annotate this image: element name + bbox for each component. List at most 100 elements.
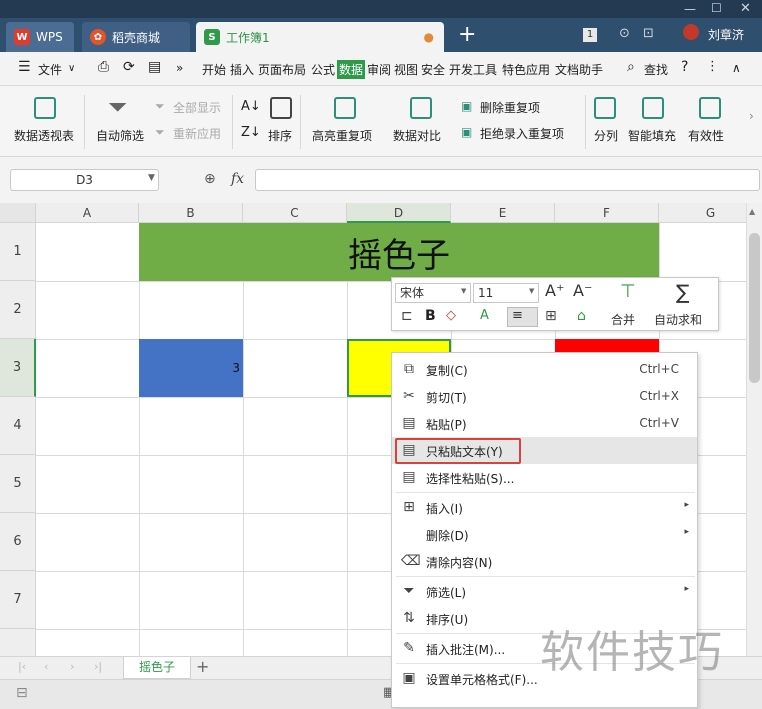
menu-special[interactable]: 特色应用 xyxy=(502,61,550,78)
ribbon-remove-duplicates[interactable]: 删除重复项 xyxy=(480,99,540,116)
menu-start[interactable]: 开始 xyxy=(202,61,226,78)
add-sheet-icon[interactable]: + xyxy=(196,657,209,676)
collapse-ribbon-icon[interactable]: ∧ xyxy=(732,61,741,75)
column-header[interactable]: C xyxy=(243,203,347,223)
row-header[interactable]: 5 xyxy=(0,455,36,513)
last-sheet-icon[interactable]: ›| xyxy=(94,660,102,673)
merge-button[interactable]: 合并 xyxy=(611,311,635,328)
help-icon[interactable]: ? xyxy=(681,59,688,75)
scrollbar-thumb[interactable] xyxy=(749,233,760,383)
wrap-text-icon[interactable]: ⊏ xyxy=(401,308,413,324)
row-header[interactable]: 4 xyxy=(0,397,36,455)
hamburger-icon[interactable]: ☰ xyxy=(18,59,31,75)
next-sheet-icon[interactable]: › xyxy=(70,660,74,673)
menu-review[interactable]: 审阅 xyxy=(367,61,391,78)
print-icon[interactable]: ▤ xyxy=(148,59,161,75)
prev-sheet-icon[interactable]: ‹ xyxy=(44,660,48,673)
menu-file[interactable]: 文件 xyxy=(38,61,62,78)
menu-doc-helper[interactable]: 文档助手 xyxy=(555,61,603,78)
formula-input[interactable] xyxy=(255,169,760,191)
tab-daoke-store[interactable]: ✿ 稻壳商城 xyxy=(82,22,190,52)
tab-workbook[interactable]: S 工作簿1 ● xyxy=(196,22,444,52)
first-sheet-icon[interactable]: |‹ xyxy=(18,660,26,673)
menu-item-paste[interactable]: ▤ 粘贴(P) Ctrl+V xyxy=(392,410,697,437)
row-header[interactable]: 3 xyxy=(0,339,36,397)
menu-item-clear[interactable]: ⌫ 清除内容(N) xyxy=(392,548,697,575)
more-icon[interactable]: ⋮ xyxy=(706,59,719,74)
increase-font-icon[interactable]: A⁺ xyxy=(545,281,564,300)
ribbon-smart-fill[interactable]: 智能填充 xyxy=(628,127,676,144)
menu-developer[interactable]: 开发工具 xyxy=(449,61,497,78)
format-painter-icon[interactable]: ⟳ xyxy=(123,59,135,75)
sort-desc-icon[interactable]: Z↓ xyxy=(241,125,261,140)
column-header[interactable]: F xyxy=(555,203,659,223)
format-painter-mini-icon[interactable]: ⌂ xyxy=(577,308,586,324)
size-chevron-icon[interactable]: ▼ xyxy=(529,287,534,295)
merge-icon[interactable]: ⊤ xyxy=(620,281,636,302)
title-cell[interactable]: 摇色子 xyxy=(139,223,659,281)
fx-icon[interactable]: fx xyxy=(231,171,244,187)
ribbon-data-compare[interactable]: 数据对比 xyxy=(393,127,441,144)
menu-insert[interactable]: 插入 xyxy=(230,61,254,78)
decrease-font-icon[interactable]: A⁻ xyxy=(573,281,592,300)
menu-security[interactable]: 安全 xyxy=(421,61,445,78)
ribbon-reject-duplicates[interactable]: 拒绝录入重复项 xyxy=(480,125,564,142)
menu-item-paste-text-only[interactable]: ▤ 只粘贴文本(Y) xyxy=(392,437,697,464)
select-all-corner[interactable] xyxy=(0,203,36,223)
column-header[interactable]: B xyxy=(139,203,243,223)
avatar[interactable] xyxy=(683,24,699,40)
row-header[interactable]: 7 xyxy=(0,571,36,629)
scroll-up-icon[interactable]: ▲ xyxy=(749,207,755,216)
bold-button[interactable]: B xyxy=(425,308,436,324)
ribbon-scroll-right-icon[interactable]: › xyxy=(749,109,754,123)
ribbon-pivot-table[interactable]: 数据透视表 xyxy=(14,127,74,144)
menu-page-layout[interactable]: 页面布局 xyxy=(258,61,306,78)
cell-b3[interactable]: 3 xyxy=(139,339,243,397)
sheet-tab[interactable]: 摇色子 xyxy=(123,657,191,679)
autosum-button[interactable]: 自动求和 xyxy=(654,311,702,328)
new-tab-icon[interactable]: + xyxy=(458,22,476,47)
menu-item-paste-special[interactable]: ▤ 选择性粘贴(S)... xyxy=(392,464,697,491)
close-icon[interactable]: ✕ xyxy=(740,1,751,16)
menu-data[interactable]: 数据 xyxy=(337,60,366,79)
ribbon-autofilter[interactable]: 自动筛选 xyxy=(96,127,144,144)
share-icon[interactable]: ⊡ xyxy=(643,26,654,41)
row-header[interactable] xyxy=(0,629,36,656)
skin-icon[interactable]: ⊙ xyxy=(619,26,630,41)
menu-item-copy[interactable]: ⧉ 复制(C) Ctrl+C xyxy=(392,356,697,383)
row-header[interactable]: 6 xyxy=(0,513,36,571)
autosum-icon[interactable]: ∑ xyxy=(676,280,689,304)
minimize-icon[interactable]: — xyxy=(684,2,696,16)
vertical-scrollbar[interactable]: ▲ xyxy=(746,203,762,656)
ribbon-sort[interactable]: 排序 xyxy=(268,127,292,144)
border-icon[interactable]: ⊞ xyxy=(545,308,557,324)
ribbon-split[interactable]: 分列 xyxy=(594,127,618,144)
maximize-icon[interactable]: ☐ xyxy=(711,1,722,15)
font-color-icon[interactable]: A xyxy=(480,308,489,323)
menu-formula[interactable]: 公式 xyxy=(311,61,335,78)
tab-wps[interactable]: W WPS xyxy=(6,22,74,52)
ribbon-validity[interactable]: 有效性 xyxy=(688,127,724,144)
ribbon-show-all[interactable]: 全部显示 xyxy=(173,99,221,116)
menu-view[interactable]: 视图 xyxy=(394,61,418,78)
column-header[interactable]: G xyxy=(659,203,746,223)
column-header[interactable]: D xyxy=(347,203,451,223)
save-icon[interactable]: ⎙ xyxy=(98,59,109,75)
fill-color-icon[interactable]: ◇ xyxy=(446,308,456,323)
chevron-down-icon[interactable]: ∨ xyxy=(68,63,75,74)
column-header[interactable]: E xyxy=(451,203,555,223)
font-name-select[interactable]: 宋体 xyxy=(395,283,471,303)
name-box-chevron-icon[interactable]: ▼ xyxy=(148,173,155,183)
sort-asc-icon[interactable]: A↓ xyxy=(241,99,261,114)
row-header[interactable]: 1 xyxy=(0,223,36,281)
menu-item-cut[interactable]: ✂ 剪切(T) Ctrl+X xyxy=(392,383,697,410)
search-label[interactable]: 查找 xyxy=(644,61,668,78)
more-chevron-icon[interactable]: » xyxy=(176,61,183,75)
row-header[interactable]: 2 xyxy=(0,281,36,339)
menu-item-insert[interactable]: ⊞ 插入(I) ▸ xyxy=(392,494,697,521)
ribbon-highlight-duplicates[interactable]: 高亮重复项 xyxy=(312,127,372,144)
font-chevron-icon[interactable]: ▼ xyxy=(461,287,466,295)
zoom-formula-icon[interactable]: ⊕ xyxy=(204,171,216,187)
menu-item-filter[interactable]: ⏷ 筛选(L) ▸ xyxy=(392,578,697,605)
name-box[interactable]: D3 xyxy=(10,169,159,191)
